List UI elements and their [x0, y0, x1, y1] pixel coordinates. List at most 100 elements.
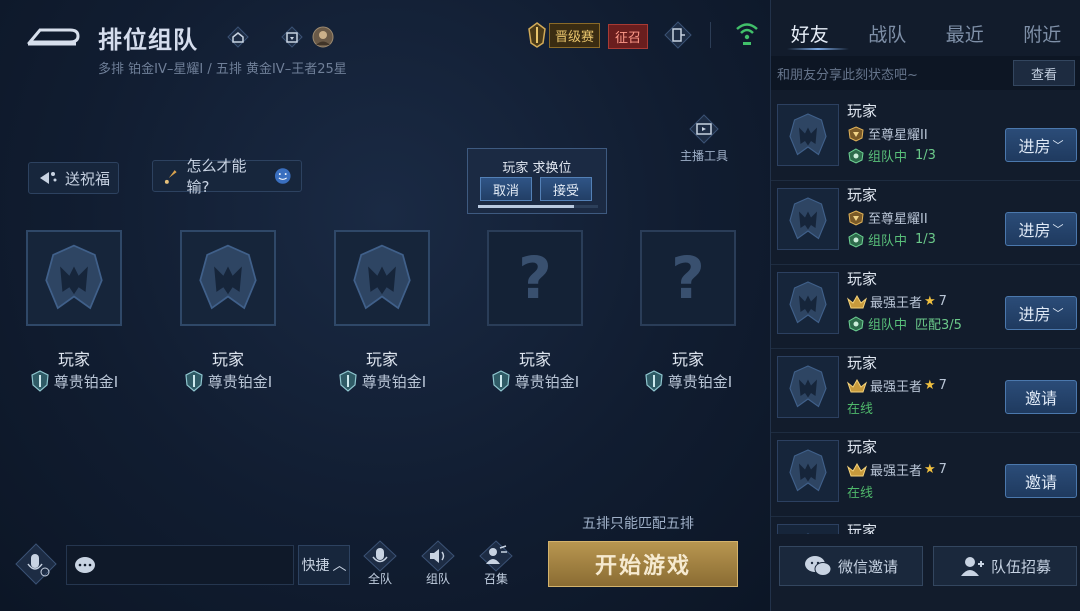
- status-share-bar[interactable]: 和朋友分享此刻状态吧~ 查看: [771, 56, 1080, 90]
- empty-team-slot[interactable]: ?: [487, 230, 583, 326]
- how-to-lose-label: 怎么才能输?: [186, 157, 247, 196]
- friend-row[interactable]: 玩家 最强王者 ★ 7 在线 邀请: [771, 350, 1080, 434]
- hero-mask-icon: [45, 244, 103, 310]
- team-recruit-button[interactable]: 队伍招募: [933, 546, 1077, 586]
- friend-row[interactable]: 玩家 最强王者 ★ 7 组队中 匹配3/5 进房 ﹀: [771, 266, 1080, 350]
- team-slot[interactable]: [26, 230, 122, 326]
- join-room-button[interactable]: 进房 ﹀: [1005, 212, 1077, 246]
- quick-message-button[interactable]: 快捷 ︿: [298, 545, 350, 585]
- friend-row[interactable]: 玩家: [771, 518, 1080, 534]
- friend-divider: [771, 180, 1080, 181]
- home-icon[interactable]: [225, 24, 251, 50]
- tab-nearby[interactable]: 附近: [1004, 0, 1080, 50]
- friend-name: 玩家: [847, 522, 878, 534]
- friend-rank: 至尊星耀II: [847, 124, 928, 143]
- hero-avatar-icon[interactable]: [310, 24, 336, 50]
- friend-status-label: 组队中: [868, 150, 908, 165]
- hero-mask-icon: [353, 244, 411, 310]
- join-room-button[interactable]: 进房 ﹀: [1005, 128, 1077, 162]
- header-divider: [710, 22, 711, 48]
- slot-rank-label: 尊贵铂金I: [667, 372, 733, 391]
- swap-accept-button[interactable]: 接受: [540, 177, 592, 201]
- swap-request-title: 玩家 求换位: [502, 161, 572, 176]
- star-count: 7: [938, 378, 947, 393]
- friend-rank: 最强王者 ★ 7: [847, 460, 947, 479]
- friend-status: 在线: [847, 482, 873, 501]
- exit-icon[interactable]: [663, 20, 693, 50]
- team-label: 组队: [425, 572, 450, 586]
- send-blessing-label: 送祝福: [65, 169, 111, 188]
- promotion-badge[interactable]: 晋级赛: [527, 21, 601, 49]
- tab-friends[interactable]: 好友: [771, 0, 849, 50]
- friend-avatar[interactable]: [777, 524, 839, 534]
- team-slot[interactable]: [180, 230, 276, 326]
- chat-bubble-icon: [75, 557, 95, 573]
- swap-timer-bar: [478, 205, 598, 208]
- team-status-icon: [848, 315, 864, 332]
- star-count: 7: [938, 462, 947, 477]
- star-icon: ★: [924, 294, 936, 309]
- tab-recent[interactable]: 最近: [926, 0, 1004, 50]
- friend-avatar[interactable]: [777, 356, 839, 418]
- star-glory-rank-icon: [848, 125, 864, 142]
- star-icon: ★: [924, 462, 936, 477]
- streamer-tool-button[interactable]: 主播工具: [676, 114, 732, 164]
- calendar-icon[interactable]: [279, 24, 305, 50]
- mic-settings-icon[interactable]: [14, 542, 58, 586]
- sidebar-bottom-actions: 微信邀请 队伍招募: [771, 534, 1080, 611]
- friend-row[interactable]: 玩家至尊星耀II 组队中 1/3 进房 ﹀: [771, 98, 1080, 182]
- slot-player-name: 玩家: [518, 350, 551, 369]
- empty-team-slot[interactable]: ?: [640, 230, 736, 326]
- swap-request-popup: 玩家 求换位 取消 接受: [467, 148, 607, 214]
- slot-rank-label: 尊贵铂金I: [514, 372, 580, 391]
- chat-input[interactable]: [66, 545, 294, 585]
- rank-range-subtitle: 多排 铂金IV–星耀I / 五排 黄金IV–王者25星: [98, 62, 347, 77]
- team-voice-button[interactable]: 组队: [416, 540, 460, 590]
- friend-team-count: 1/3: [915, 148, 936, 163]
- king-rank-icon: [847, 378, 867, 392]
- wechat-invite-button[interactable]: 微信邀请: [779, 546, 923, 586]
- team-recruit-label: 队伍招募: [990, 557, 1051, 576]
- friend-rank-label: 至尊星耀II: [868, 212, 928, 227]
- friend-team-count: 匹配3/5: [915, 318, 962, 333]
- start-game-button[interactable]: 开始游戏: [548, 541, 738, 587]
- send-blessing-button[interactable]: 送祝福: [28, 162, 120, 194]
- view-button[interactable]: 查看: [1013, 60, 1075, 86]
- all-team-label: 全队: [367, 572, 392, 586]
- friend-name: 玩家: [847, 270, 878, 288]
- friend-avatar[interactable]: [777, 440, 839, 502]
- friend-avatar[interactable]: [777, 104, 839, 166]
- rocket-icon: [164, 170, 177, 184]
- friend-rank-label: 至尊星耀II: [868, 128, 928, 143]
- gather-button[interactable]: 召集: [474, 540, 518, 590]
- streamer-tool-label: 主播工具: [679, 149, 728, 163]
- hero-mask-icon: [789, 197, 827, 240]
- slot-player-rank: 尊贵铂金I: [158, 370, 298, 392]
- recruit-badge[interactable]: 征召: [608, 24, 649, 49]
- friend-rank-label: 最强王者: [870, 296, 923, 311]
- friend-row[interactable]: 玩家 最强王者 ★ 7 在线 邀请: [771, 434, 1080, 518]
- sidebar-tabs: 好友 战队 最近 附近: [771, 0, 1080, 50]
- swap-cancel-button[interactable]: 取消: [480, 177, 532, 201]
- tab-guild[interactable]: 战队: [849, 0, 927, 50]
- tv-icon: [689, 114, 719, 144]
- king-rank-icon: [847, 462, 867, 476]
- friend-list[interactable]: 玩家 至尊星耀II 组队中 1/3 进房 ﹀ 玩家 至尊星耀II 组队中 1/3 进房 ﹀ 玩家 最强…: [771, 98, 1080, 534]
- invite-button[interactable]: 邀请: [1005, 380, 1077, 414]
- slot-player-name: 玩家: [211, 350, 244, 369]
- friend-avatar[interactable]: [777, 188, 839, 250]
- friend-row[interactable]: 玩家 至尊星耀II 组队中 1/3 进房 ﹀: [771, 182, 1080, 266]
- friend-divider: [771, 432, 1080, 433]
- platinum-rank-icon: [492, 370, 510, 392]
- back-icon[interactable]: [26, 20, 82, 48]
- friend-action-label: 进房: [1018, 137, 1051, 156]
- friend-name: 玩家: [847, 102, 878, 120]
- team-slot[interactable]: [334, 230, 430, 326]
- friend-status: 在线: [847, 398, 873, 417]
- friend-avatar[interactable]: [777, 272, 839, 334]
- chevron-up-icon: ︿: [332, 558, 347, 574]
- all-team-voice-button[interactable]: 全队: [358, 540, 402, 590]
- join-room-button[interactable]: 进房 ﹀: [1005, 296, 1077, 330]
- invite-button[interactable]: 邀请: [1005, 464, 1077, 498]
- how-to-lose-button[interactable]: 怎么才能输?: [152, 157, 302, 196]
